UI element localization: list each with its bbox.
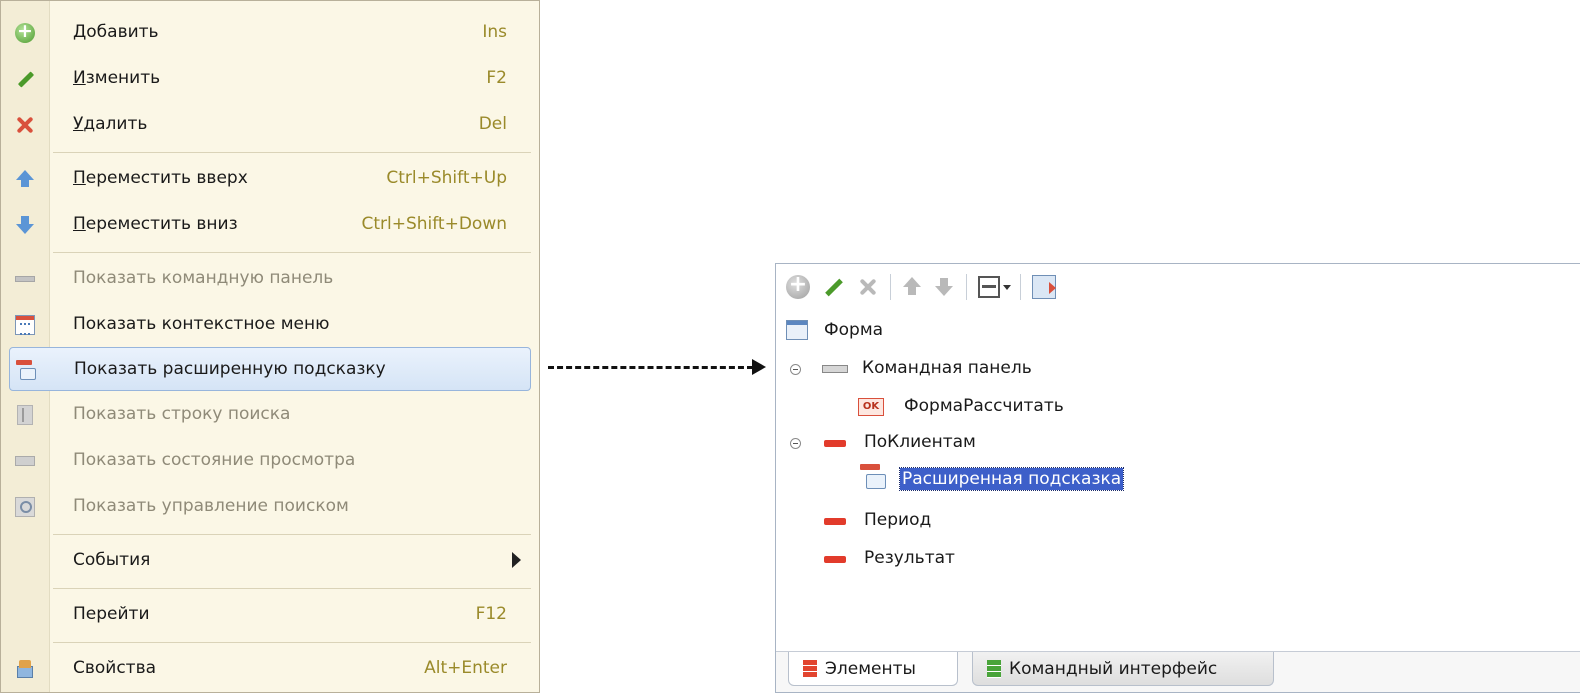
shortcut-label: Alt+Enter	[424, 658, 507, 678]
arrow-up-icon[interactable]	[900, 275, 924, 299]
menu-item-move-up[interactable]: Переместить вверх Ctrl+Shift+Up	[1, 157, 539, 201]
tab-label: Элементы	[825, 659, 916, 679]
menu-item-label: События	[73, 550, 151, 570]
menu-item-label: Показать контекстное меню	[73, 314, 330, 334]
menu-item-show-search-control[interactable]: Показать управление поиском	[1, 485, 539, 529]
menu-icon[interactable]	[1032, 275, 1056, 299]
tree-node-label: Командная панель	[862, 358, 1032, 378]
menu-item-show-view-state[interactable]: Показать состояние просмотра	[1, 439, 539, 483]
collapse-icon[interactable]	[790, 364, 801, 375]
menu-item-go-to[interactable]: Перейти F12	[1, 593, 539, 637]
tab-elements[interactable]: Элементы	[788, 652, 958, 686]
menu-item-label: Показать управление поиском	[73, 496, 349, 516]
menu-separator	[53, 252, 531, 253]
menu-item-show-command-panel[interactable]: Показать командную панель	[1, 257, 539, 301]
menu-separator	[53, 588, 531, 589]
shortcut-label: Ctrl+Shift+Down	[361, 214, 507, 234]
view-mode-icon[interactable]	[978, 276, 1000, 298]
menu-item-label: Показать расширенную подсказку	[74, 359, 386, 379]
menu-item-add[interactable]: Добавить Ins	[1, 11, 539, 55]
delete-icon[interactable]	[856, 275, 880, 299]
view-state-icon	[15, 451, 35, 471]
menu-item-edit[interactable]: Изменить F2	[1, 57, 539, 101]
menu-item-properties[interactable]: Свойства Alt+Enter	[1, 647, 539, 691]
shortcut-label: Del	[478, 114, 507, 134]
add-icon	[15, 20, 35, 43]
search-control-icon	[15, 497, 35, 517]
add-icon[interactable]	[786, 272, 810, 299]
dropdown-icon[interactable]	[1002, 275, 1012, 299]
menu-item-label: Удалить	[73, 114, 148, 134]
tab-label: Командный интерфейс	[1009, 659, 1218, 679]
menu-item-events[interactable]: События	[1, 539, 539, 583]
arrow-down-icon[interactable]	[932, 275, 956, 299]
tree-node-extended-tooltip[interactable]: Расширенная подсказка	[860, 462, 1260, 492]
ok-button-icon: OK	[858, 398, 884, 416]
field-icon	[824, 556, 846, 563]
dashed-arrow-line	[548, 366, 753, 369]
tree-node-label: Расширенная подсказка	[898, 467, 1125, 491]
search-string-icon	[15, 405, 35, 425]
shortcut-label: Ctrl+Shift+Up	[386, 168, 507, 188]
tree-node-label: Форма	[824, 320, 884, 340]
tree-node-label: ФормаРассчитать	[904, 396, 1064, 416]
shortcut-label: F12	[475, 604, 507, 624]
command-panel-icon	[822, 365, 848, 373]
extended-tooltip-icon	[16, 360, 36, 380]
form-elements-panel: Форма Командная панель OK ФормаРассчитат…	[775, 263, 1580, 693]
menu-item-show-context-menu[interactable]: Показать контекстное меню	[1, 303, 539, 347]
toolbar-separator	[966, 274, 967, 300]
menu-item-label: Переместить вниз	[73, 214, 238, 234]
form-icon	[786, 320, 808, 340]
arrow-up-icon	[15, 169, 35, 189]
tree-node-label: ПоКлиентам	[864, 432, 976, 452]
command-interface-tab-icon	[987, 660, 1001, 678]
collapse-icon[interactable]	[790, 438, 801, 449]
menu-item-label: Показать командную панель	[73, 268, 334, 288]
tree-node-command-panel[interactable]: Командная панель	[786, 354, 1186, 384]
pencil-icon	[15, 69, 35, 89]
toolbar-separator	[890, 274, 891, 300]
elements-tab-icon	[803, 660, 817, 678]
tree-node-period[interactable]: Период	[824, 506, 1124, 536]
menu-item-label: Изменить	[73, 68, 161, 88]
panel-tabs: Элементы Командный интерфейс	[776, 651, 1580, 692]
extended-tooltip-icon	[860, 464, 886, 490]
menu-item-show-search-string[interactable]: Показать строку поиска	[1, 393, 539, 437]
tab-command-interface[interactable]: Командный интерфейс	[972, 652, 1274, 686]
arrow-head-icon	[752, 359, 766, 375]
tree-node-label: Период	[864, 510, 932, 530]
command-panel-icon	[15, 269, 35, 289]
menu-item-show-extended-tooltip[interactable]: Показать расширенную подсказку	[9, 347, 531, 391]
tree-node-result[interactable]: Результат	[824, 544, 1124, 574]
context-menu: Добавить Ins Изменить F2 Удалить Del Пер…	[0, 0, 540, 693]
arrow-down-icon	[15, 215, 35, 235]
shortcut-label: F2	[486, 68, 507, 88]
group-icon	[824, 440, 846, 447]
menu-item-label: Показать строку поиска	[73, 404, 291, 424]
menu-item-label: Добавить	[73, 22, 159, 42]
field-icon	[824, 518, 846, 525]
tree-node-form[interactable]: Форма	[786, 316, 1086, 346]
menu-separator	[53, 534, 531, 535]
menu-separator	[53, 642, 531, 643]
submenu-arrow-icon	[512, 552, 521, 568]
menu-item-label: Свойства	[73, 658, 157, 678]
properties-icon	[15, 659, 35, 679]
menu-item-label: Показать состояние просмотра	[73, 450, 356, 470]
menu-item-move-down[interactable]: Переместить вниз Ctrl+Shift+Down	[1, 203, 539, 247]
menu-item-delete[interactable]: Удалить Del	[1, 103, 539, 147]
context-menu-icon	[15, 315, 35, 335]
pencil-icon[interactable]	[822, 275, 846, 299]
toolbar-separator	[1020, 274, 1021, 300]
tree-node-label: Результат	[864, 548, 955, 568]
elements-toolbar	[776, 264, 1580, 310]
tree-node-by-clients[interactable]: ПоКлиентам	[786, 428, 1186, 458]
menu-separator	[53, 152, 531, 153]
menu-item-label: Переместить вверх	[73, 168, 248, 188]
menu-item-label: Перейти	[73, 604, 150, 624]
delete-icon	[15, 115, 35, 135]
shortcut-label: Ins	[482, 22, 507, 42]
tree-node-form-calculate[interactable]: OK ФормаРассчитать	[858, 392, 1258, 422]
